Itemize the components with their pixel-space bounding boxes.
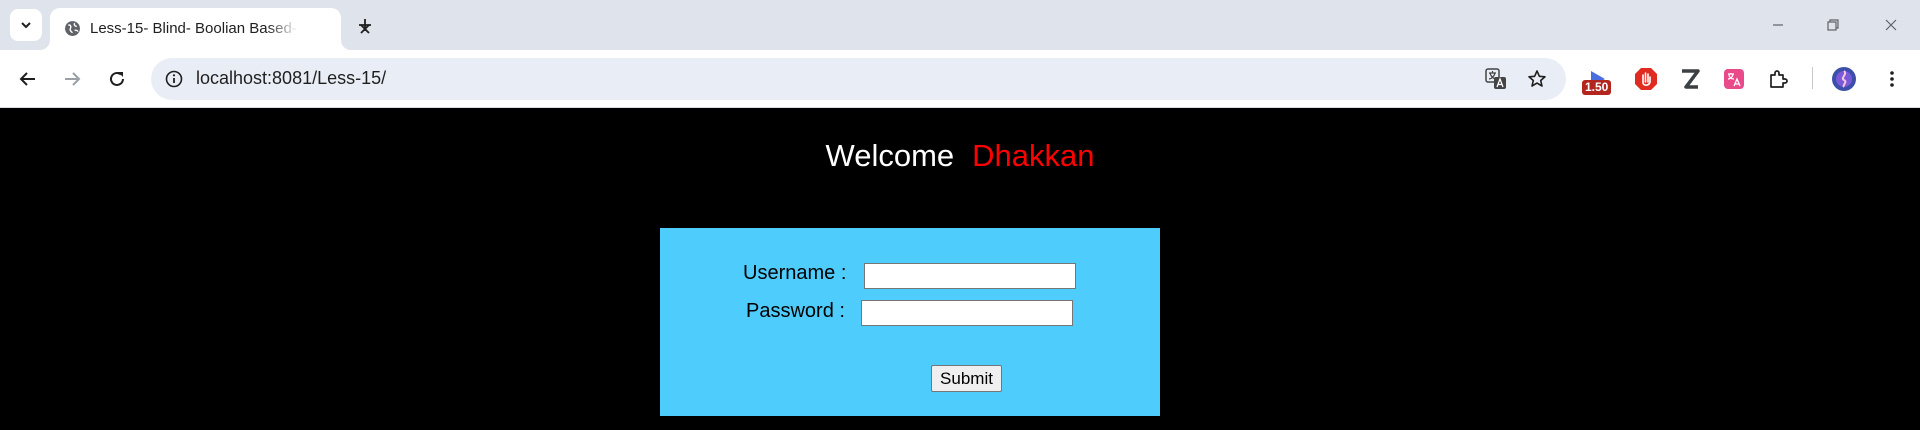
info-icon <box>165 70 183 88</box>
more-vert-icon <box>1890 71 1894 87</box>
welcome-heading: Welcome Dhakkan <box>0 138 1920 174</box>
browser-menu-button[interactable] <box>1878 65 1906 93</box>
arrow-left-icon <box>19 72 35 86</box>
forward-button[interactable] <box>58 65 86 93</box>
tab-strip: Less-15- Blind- Boolian Based- String <box>0 0 1920 50</box>
extension-translate-button[interactable] <box>1720 65 1748 93</box>
welcome-text: Welcome <box>825 138 955 173</box>
restore-icon <box>1827 19 1839 31</box>
stop-hand-icon <box>1635 68 1657 90</box>
minimize-button[interactable] <box>1765 12 1791 38</box>
username-label: Username : <box>743 262 847 284</box>
submit-button[interactable]: Submit <box>931 365 1002 392</box>
translate-button[interactable] <box>1484 67 1508 91</box>
password-label: Password : <box>746 300 845 322</box>
z-extension-icon <box>1682 69 1700 89</box>
toolbar-divider <box>1812 67 1813 89</box>
star-icon <box>1528 70 1546 87</box>
chevron-down-icon <box>21 22 31 29</box>
active-tab[interactable]: Less-15- Blind- Boolian Based- String <box>50 8 370 50</box>
password-input[interactable] <box>861 300 1073 326</box>
restore-button[interactable] <box>1820 12 1846 38</box>
arrow-right-icon <box>65 72 81 86</box>
tab-search-button[interactable] <box>10 9 42 41</box>
page-content: Welcome Dhakkan Username : Password : Sub… <box>0 108 1920 430</box>
extensions-menu-button[interactable] <box>1765 65 1793 93</box>
reload-icon <box>110 71 124 86</box>
minimize-icon <box>1773 24 1783 26</box>
close-window-button[interactable] <box>1878 12 1904 38</box>
new-tab-button[interactable] <box>353 13 377 37</box>
site-info-button[interactable] <box>161 66 187 92</box>
reload-button[interactable] <box>103 65 131 93</box>
welcome-name: Dhakkan <box>972 138 1095 173</box>
puzzle-icon <box>1770 70 1788 88</box>
speed-badge: 1.50 <box>1582 80 1612 95</box>
extension-z-button[interactable] <box>1676 65 1704 93</box>
tab-title: Less-15- Blind- Boolian Based- String <box>90 20 298 37</box>
back-button[interactable] <box>14 65 42 93</box>
username-input[interactable] <box>864 263 1076 289</box>
url-text[interactable]: localhost:8081/Less-15/ <box>196 68 386 89</box>
extension-adblock-button[interactable] <box>1632 65 1660 93</box>
plus-icon <box>359 19 371 31</box>
globe-icon <box>65 21 80 36</box>
bookmark-button[interactable] <box>1525 67 1549 91</box>
close-icon <box>1885 19 1897 31</box>
address-bar[interactable]: localhost:8081/Less-15/ <box>151 58 1566 100</box>
translate-icon <box>1485 68 1506 89</box>
browser-toolbar: localhost:8081/Less-15/ <box>0 50 1920 108</box>
avatar <box>1832 67 1856 91</box>
profile-button[interactable] <box>1830 65 1858 93</box>
login-form: Username : Password : Submit <box>660 228 1160 416</box>
translator-extension-icon <box>1724 69 1744 89</box>
